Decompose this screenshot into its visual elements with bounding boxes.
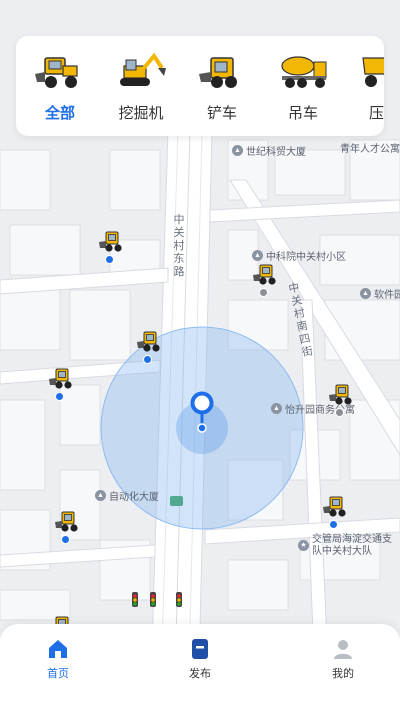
poi-ruanjianyuan[interactable]: ▲ 软件园 — [360, 286, 400, 301]
machine-location-dot — [329, 520, 338, 529]
category-crane[interactable]: 吊车 — [267, 52, 339, 123]
category-skid-steer[interactable]: 铲车 — [186, 52, 258, 123]
profile-icon — [334, 640, 352, 659]
skid-steer-icon — [99, 231, 122, 252]
skid-steer-icon — [323, 496, 346, 517]
skid-steer-icon — [49, 368, 72, 389]
wheel-loader-icon — [35, 57, 78, 88]
machine-location-dot — [105, 255, 114, 264]
machine-location-dot — [335, 408, 344, 417]
skid-steer-icon — [55, 511, 78, 532]
category-roller[interactable]: 压路 — [348, 52, 384, 123]
skid-steer-icon — [253, 264, 276, 285]
dump-truck-icon — [362, 57, 384, 87]
machine-location-dot — [55, 392, 64, 401]
machine-location-dot — [61, 535, 70, 544]
poi-zidonghua[interactable]: ▲ 自动化大厦 — [95, 488, 159, 503]
nav-home[interactable]: 首页 — [28, 638, 88, 681]
category-selector: 全部 挖掘机 铲车 吊车 压 — [16, 36, 384, 136]
nav-profile[interactable]: 我的 — [313, 638, 373, 681]
home-icon — [49, 640, 67, 658]
category-excavator[interactable]: 挖掘机 — [105, 52, 177, 123]
poi-qingnian-rencai[interactable]: 青年人才公寓 — [340, 140, 400, 155]
machine-location-dot — [259, 288, 268, 297]
machine-marker[interactable] — [322, 494, 348, 518]
building-icon: ▲ — [232, 145, 243, 156]
bottom-navigation: 首页 发布 我的 — [0, 624, 400, 711]
machine-marker[interactable] — [328, 382, 354, 406]
nav-publish[interactable]: 发布 — [170, 638, 230, 681]
skid-steer-icon — [199, 57, 237, 88]
poi-jiaoguanju[interactable]: ★ 交管局海淀交通支队中关村大队 — [298, 534, 392, 558]
street-label-zgc-east: 中关村东路 — [173, 214, 185, 278]
building-icon: ▲ — [360, 288, 371, 299]
building-icon: ▲ — [252, 250, 263, 261]
machine-location-dot — [143, 355, 152, 364]
poi-zhongkeyuan[interactable]: ▲ 中科院中关村小区 — [252, 248, 346, 263]
machine-marker[interactable] — [98, 229, 124, 253]
excavator-icon — [120, 52, 166, 86]
machine-marker[interactable] — [48, 366, 74, 390]
mixer-truck-icon — [281, 56, 327, 88]
machine-marker[interactable] — [54, 509, 80, 533]
skid-steer-icon — [329, 384, 352, 405]
machine-marker[interactable] — [136, 329, 162, 353]
machine-marker[interactable] — [252, 262, 278, 286]
building-icon: ▲ — [271, 403, 282, 414]
poi-shiji-keomao[interactable]: ▲ 世纪科贸大厦 — [232, 143, 306, 158]
category-all[interactable]: 全部 — [24, 52, 96, 123]
star-icon: ★ — [298, 540, 309, 551]
publish-icon — [192, 639, 208, 659]
building-icon: ▲ — [95, 490, 106, 501]
skid-steer-icon — [137, 331, 160, 352]
